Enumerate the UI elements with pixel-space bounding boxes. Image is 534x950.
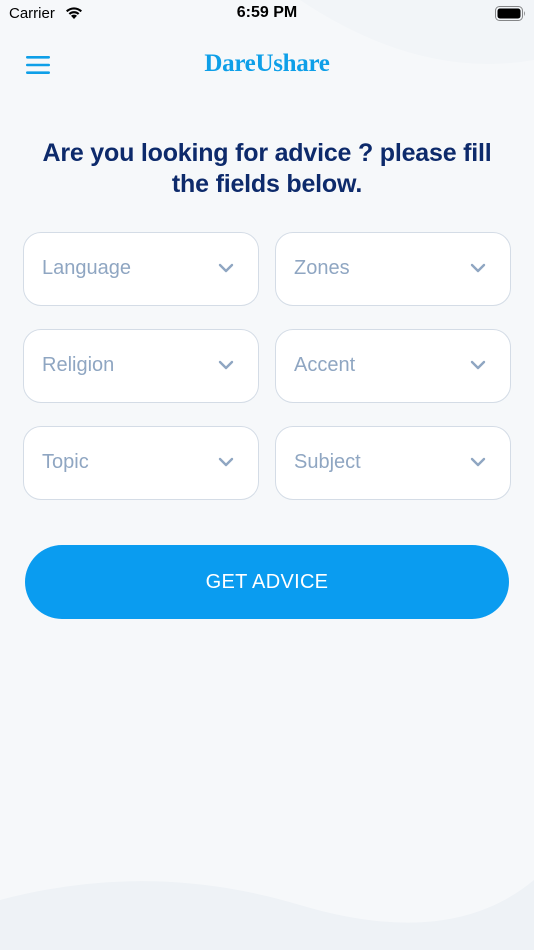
- language-placeholder: Language: [42, 257, 131, 279]
- brand-logo-text: DareUshare: [204, 50, 330, 77]
- chevron-down-icon: [470, 457, 486, 467]
- zones-dropdown[interactable]: Zones: [275, 232, 511, 306]
- status-bar: Carrier 6:59 PM: [0, 0, 534, 30]
- subject-dropdown[interactable]: Subject: [275, 426, 511, 500]
- subject-placeholder: Subject: [294, 451, 361, 473]
- chevron-down-icon: [470, 263, 486, 273]
- chevron-down-icon: [218, 457, 234, 467]
- chevron-down-icon: [218, 263, 234, 273]
- status-time: 6:59 PM: [236, 4, 298, 21]
- accent-dropdown[interactable]: Accent: [275, 329, 511, 403]
- chevron-down-icon: [218, 360, 234, 370]
- chevron-down-icon: [470, 360, 486, 370]
- religion-placeholder: Religion: [42, 354, 115, 376]
- page-headline: Are you looking for advice ? please fill…: [42, 139, 492, 198]
- get-advice-button[interactable]: GET ADVICE: [25, 545, 509, 619]
- battery-icon: [495, 6, 525, 21]
- app-header: DareUshare: [0, 42, 534, 88]
- topic-placeholder: Topic: [42, 451, 89, 473]
- language-dropdown[interactable]: Language: [23, 232, 259, 306]
- accent-placeholder: Accent: [294, 354, 356, 376]
- topic-dropdown[interactable]: Topic: [23, 426, 259, 500]
- zones-placeholder: Zones: [294, 257, 350, 279]
- religion-dropdown[interactable]: Religion: [23, 329, 259, 403]
